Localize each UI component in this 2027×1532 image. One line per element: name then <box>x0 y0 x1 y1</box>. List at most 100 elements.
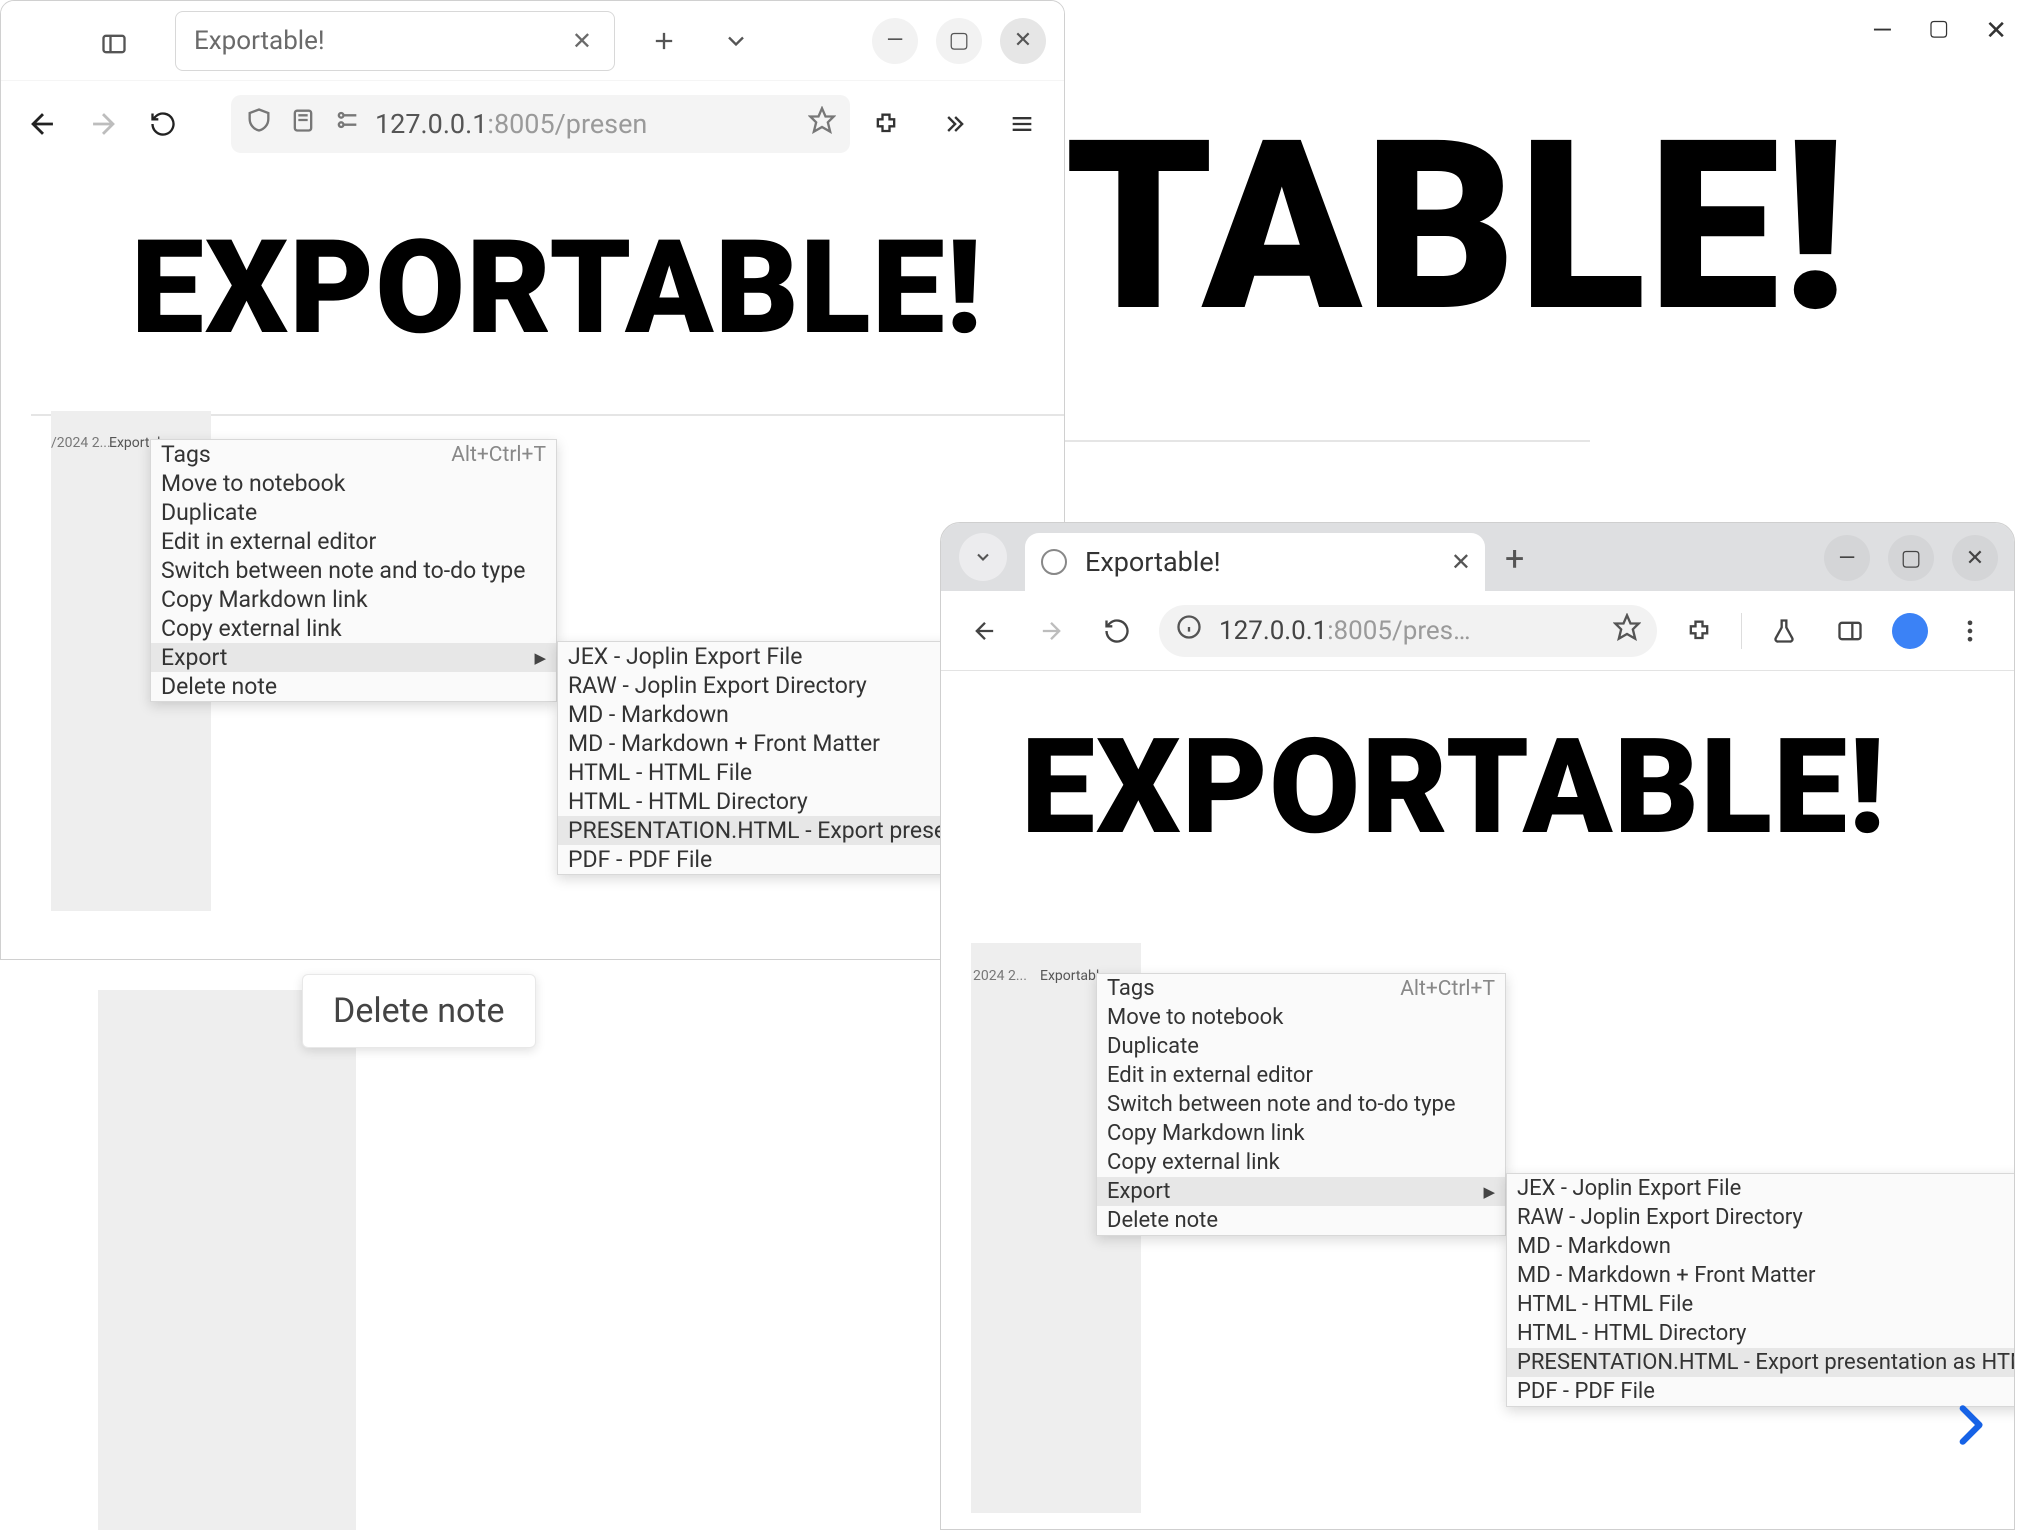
nav-back-button[interactable] <box>19 100 67 148</box>
ctx-move-to-notebook[interactable]: Move to notebook <box>1097 1003 1505 1032</box>
tab-title: Exportable! <box>194 26 325 56</box>
ctx-delete-note[interactable]: Delete note <box>151 672 556 701</box>
profile-avatar[interactable] <box>1892 613 1928 649</box>
shield-icon[interactable] <box>245 106 273 141</box>
close-window-button[interactable]: ✕ <box>1952 535 1998 581</box>
address-bar[interactable]: 127.0.0.1:8005/presen <box>231 95 850 153</box>
export-presentation-html[interactable]: PRESENTATION.HTML - Export presentation … <box>1507 1348 2015 1377</box>
close-window-button[interactable]: ✕ <box>1000 18 1046 64</box>
hamburger-menu-icon[interactable] <box>998 100 1046 148</box>
shortcut-label: Alt+Ctrl+T <box>451 443 546 467</box>
ctx-export[interactable]: Export▶ <box>1097 1177 1505 1206</box>
firefox-window: Exportable! ✕ — ▢ ✕ <box>0 0 1065 960</box>
nav-forward-button[interactable] <box>79 100 127 148</box>
ctx-switch-type[interactable]: Switch between note and to-do type <box>151 556 556 585</box>
export-submenu: JEX - Joplin Export File RAW - Joplin Ex… <box>1506 1173 2015 1407</box>
page-content: EXPORTABLE! <box>941 671 2014 865</box>
sidebar-toggle-icon[interactable] <box>93 23 135 65</box>
extensions-icon[interactable] <box>1675 607 1723 655</box>
minimize-button[interactable]: — <box>1824 535 1870 581</box>
note-date-fragment: /2024 2... <box>51 435 111 451</box>
ctx-edit-external[interactable]: Edit in external editor <box>151 527 556 556</box>
reload-button[interactable] <box>139 100 187 148</box>
submenu-arrow-icon: ▶ <box>534 649 546 667</box>
connection-secure-icon[interactable] <box>333 106 361 141</box>
maximize-button[interactable]: ▢ <box>1928 16 1949 46</box>
submenu-arrow-icon: ▶ <box>1483 1183 1495 1201</box>
export-raw[interactable]: RAW - Joplin Export Directory <box>1507 1203 2015 1232</box>
browser-tab[interactable]: Exportable! ✕ <box>1025 533 1485 591</box>
ctx-duplicate[interactable]: Duplicate <box>151 498 556 527</box>
page-info-icon[interactable] <box>289 106 317 141</box>
url-text: 127.0.0.1:8005/pres… <box>1219 616 1597 646</box>
firefox-tab-bar: Exportable! ✕ — ▢ ✕ <box>1 1 1064 81</box>
export-md[interactable]: MD - Markdown <box>1507 1232 2015 1261</box>
tab-search-button[interactable] <box>959 533 1007 581</box>
extensions-icon[interactable] <box>862 100 910 148</box>
ctx-delete-note[interactable]: Delete note <box>1097 1206 1505 1235</box>
close-window-button[interactable]: ✕ <box>1985 16 2007 46</box>
background-heading-fragment: TABLE! <box>1065 90 1849 365</box>
toolbar-right-buttons <box>862 100 1046 148</box>
export-jex[interactable]: JEX - Joplin Export File <box>1507 1174 2015 1203</box>
ctx-edit-external[interactable]: Edit in external editor <box>1097 1061 1505 1090</box>
new-tab-button[interactable]: + <box>1505 539 1524 579</box>
ctx-copy-external-link[interactable]: Copy external link <box>151 614 556 643</box>
shortcut-label: Alt+Ctrl+T <box>1400 977 1495 1001</box>
globe-favicon-icon <box>1041 549 1067 575</box>
ctx-copy-md-link[interactable]: Copy Markdown link <box>151 585 556 614</box>
slide-heading: EXPORTABLE! <box>1021 711 1984 865</box>
window-controls: — ▢ ✕ <box>1824 535 1998 581</box>
window-controls: — ▢ ✕ <box>872 18 1046 64</box>
all-tabs-chevron-icon[interactable] <box>713 18 759 64</box>
maximize-button[interactable]: ▢ <box>936 18 982 64</box>
ctx-move-to-notebook[interactable]: Move to notebook <box>151 469 556 498</box>
ctx-switch-type[interactable]: Switch between note and to-do type <box>1097 1090 1505 1119</box>
nav-back-button[interactable] <box>961 607 1009 655</box>
maximize-button[interactable]: ▢ <box>1888 535 1934 581</box>
kebab-menu-icon[interactable] <box>1946 607 1994 655</box>
note-context-menu: Tags Alt+Ctrl+T Move to notebook Duplica… <box>150 439 557 702</box>
toolbar-divider <box>1741 613 1742 649</box>
browser-tab[interactable]: Exportable! ✕ <box>175 11 615 71</box>
bookmark-star-icon[interactable] <box>1613 613 1641 648</box>
site-info-icon[interactable] <box>1175 613 1203 648</box>
minimize-button[interactable]: — <box>872 18 918 64</box>
background-divider <box>1030 440 1590 442</box>
ctx-tags[interactable]: Tags Alt+Ctrl+T <box>1097 974 1505 1003</box>
firefox-toolbar: 127.0.0.1:8005/presen <box>1 81 1064 166</box>
nav-forward-button[interactable] <box>1027 607 1075 655</box>
chrome-window: Exportable! ✕ + — ▢ ✕ 127.0.0.1:8005/pre… <box>940 522 2015 1530</box>
ctx-tags[interactable]: Tags Alt+Ctrl+T <box>151 440 556 469</box>
ctx-copy-md-link[interactable]: Copy Markdown link <box>1097 1119 1505 1148</box>
labs-flask-icon[interactable] <box>1760 607 1808 655</box>
chrome-toolbar: 127.0.0.1:8005/pres… <box>941 591 2014 671</box>
background-grey-column <box>98 990 356 1530</box>
slide-heading: EXPORTABLE! <box>131 211 1024 364</box>
side-panel-icon[interactable] <box>1826 607 1874 655</box>
export-html-file[interactable]: HTML - HTML File <box>1507 1290 2015 1319</box>
note-context-menu: Tags Alt+Ctrl+T Move to notebook Duplica… <box>1096 973 1506 1236</box>
url-text: 127.0.0.1:8005/presen <box>375 108 794 140</box>
tab-close-icon[interactable]: ✕ <box>572 27 592 55</box>
bookmark-star-icon[interactable] <box>808 106 836 141</box>
note-date-fragment: 2024 2... <box>973 968 1027 984</box>
address-bar[interactable]: 127.0.0.1:8005/pres… <box>1159 605 1657 657</box>
ctx-duplicate[interactable]: Duplicate <box>1097 1032 1505 1061</box>
next-slide-arrow-icon[interactable] <box>1944 1395 1994 1459</box>
overflow-chevron-icon[interactable] <box>930 100 978 148</box>
page-content: EXPORTABLE! <box>1 166 1064 416</box>
reload-button[interactable] <box>1093 607 1141 655</box>
minimize-button[interactable]: — <box>1872 16 1892 46</box>
export-md-front-matter[interactable]: MD - Markdown + Front Matter <box>1507 1261 2015 1290</box>
note-title-fragment: Exportabl <box>1040 968 1099 984</box>
new-tab-button[interactable] <box>641 18 687 64</box>
chrome-tab-strip: Exportable! ✕ + — ▢ ✕ <box>941 523 2014 591</box>
tab-close-icon[interactable]: ✕ <box>1451 548 1471 576</box>
background-window-controls: — ▢ ✕ <box>1872 16 2007 46</box>
ctx-copy-external-link[interactable]: Copy external link <box>1097 1148 1505 1177</box>
ctx-export[interactable]: Export▶ <box>151 643 556 672</box>
export-html-dir[interactable]: HTML - HTML Directory <box>1507 1319 2015 1348</box>
export-pdf[interactable]: PDF - PDF File <box>1507 1377 2015 1406</box>
delete-note-tooltip: Delete note <box>302 974 536 1048</box>
